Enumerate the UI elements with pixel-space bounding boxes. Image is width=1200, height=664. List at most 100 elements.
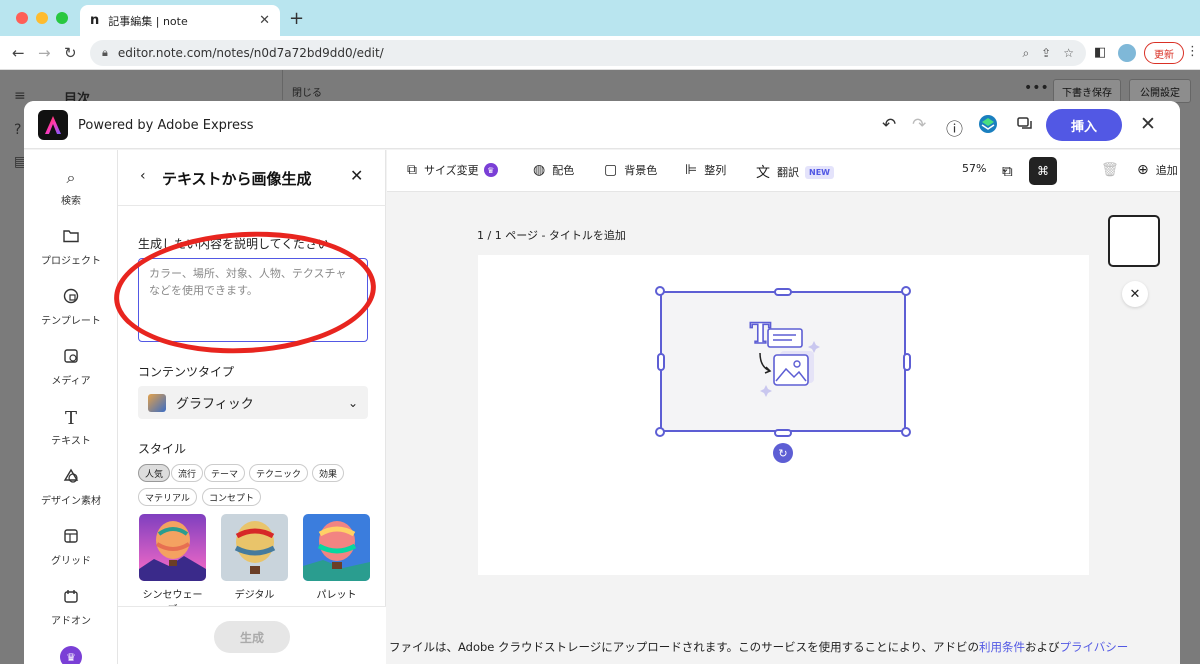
- image-placeholder-frame[interactable]: T: [660, 291, 906, 432]
- resize-handle-left[interactable]: [657, 353, 665, 371]
- panel-footer: 生成: [118, 606, 386, 664]
- template-icon: [24, 288, 118, 308]
- address-bar[interactable]: 🔒︎ editor.note.com/notes/n0d7a72bd9dd0/e…: [90, 40, 1086, 66]
- browser-tab[interactable]: n 記事編集 | note ✕: [80, 5, 280, 36]
- background-color-button[interactable]: ▢ 背景色: [604, 162, 657, 178]
- panel-title: テキストから画像生成: [162, 170, 312, 188]
- rail-item-media[interactable]: メディア: [24, 348, 118, 387]
- close-tab-icon[interactable]: ✕: [259, 13, 270, 28]
- reload-icon[interactable]: ↻: [64, 44, 77, 62]
- update-button[interactable]: 更新: [1144, 42, 1184, 64]
- folder-icon: [24, 228, 118, 248]
- resize-handle-br[interactable]: [901, 427, 911, 437]
- style-thumb-palette[interactable]: [303, 514, 370, 581]
- resize-handle-tr[interactable]: [901, 286, 911, 296]
- more-icon[interactable]: •••: [1024, 80, 1049, 96]
- note-favicon-icon: n: [90, 13, 100, 28]
- browser-menu-icon[interactable]: ⋮: [1186, 44, 1199, 59]
- rail-item-design-assets[interactable]: デザイン素材: [24, 468, 118, 507]
- content-type-select[interactable]: グラフィック ⌄: [138, 386, 368, 419]
- share-icon[interactable]: ⇪: [1041, 46, 1051, 60]
- side-panel-icon[interactable]: ◧: [1094, 45, 1106, 60]
- graphic-thumbnail-icon: [148, 393, 166, 412]
- rail-item-text[interactable]: T テキスト: [24, 408, 118, 447]
- rail-item-addon[interactable]: アドオン: [24, 588, 118, 627]
- page-thumbnail[interactable]: [1108, 215, 1160, 267]
- translate-icon: 文: [756, 165, 770, 181]
- style-thumb-synthwave[interactable]: [139, 514, 206, 581]
- undo-icon[interactable]: ↶: [882, 115, 896, 135]
- back-icon[interactable]: ←: [12, 44, 25, 62]
- comments-icon[interactable]: [1016, 115, 1034, 138]
- back-icon[interactable]: ‹: [140, 168, 146, 184]
- rail-item-project[interactable]: プロジェクト: [24, 228, 118, 267]
- note-close-link[interactable]: 閉じる: [292, 84, 322, 99]
- palette-icon: ◍: [533, 162, 546, 178]
- resize-handle-tl[interactable]: [655, 286, 665, 296]
- publish-settings-button[interactable]: 公開設定: [1129, 79, 1191, 103]
- duplicate-icon[interactable]: ⧉: [1002, 162, 1013, 180]
- close-modal-icon[interactable]: ✕: [1140, 113, 1156, 135]
- profile-avatar[interactable]: [1118, 44, 1136, 62]
- style-chip-technique[interactable]: テクニック: [249, 464, 309, 482]
- forward-icon[interactable]: →: [38, 44, 51, 62]
- maximize-window-button[interactable]: [56, 12, 68, 24]
- rail-item-grid[interactable]: グリッド: [24, 528, 118, 567]
- bookmark-star-icon[interactable]: ☆: [1063, 46, 1074, 60]
- insert-button[interactable]: 挿入: [1046, 109, 1122, 141]
- redo-icon[interactable]: ↷: [912, 115, 926, 135]
- resize-handle-top[interactable]: [774, 288, 792, 296]
- chevron-down-icon: ⌄: [347, 395, 358, 410]
- resize-button[interactable]: ⧉ サイズ変更 ♛: [407, 162, 498, 178]
- help-icon[interactable]: ?: [14, 122, 21, 138]
- zoom-icon[interactable]: ⌕: [1022, 46, 1029, 61]
- translate-button[interactable]: 文 翻訳 NEW: [756, 162, 834, 182]
- style-chip-effect[interactable]: 効果: [312, 464, 345, 482]
- rail-label: プロジェクト: [41, 256, 101, 267]
- prompt-input[interactable]: [138, 258, 368, 342]
- resize-handle-right[interactable]: [903, 353, 911, 371]
- color-scheme-button[interactable]: ◍ 配色: [533, 162, 574, 178]
- style-chip-theme[interactable]: テーマ: [204, 464, 246, 482]
- layers-badge-icon[interactable]: [978, 114, 998, 139]
- minimize-window-button[interactable]: [36, 12, 48, 24]
- arrange-icon[interactable]: ⌘: [1029, 157, 1057, 185]
- help-icon[interactable]: ⓘ: [946, 115, 963, 140]
- save-draft-button[interactable]: 下書き保存: [1053, 79, 1121, 103]
- content-type-label: コンテンツタイプ: [138, 365, 235, 379]
- generate-button[interactable]: 生成: [214, 621, 290, 653]
- thumb-label: デジタル: [234, 590, 275, 601]
- text-to-image-illustration-icon: T: [749, 316, 820, 397]
- terms-link[interactable]: 利用条件: [979, 640, 1025, 654]
- prompt-label: 生成したい内容を説明してください: [138, 237, 330, 251]
- style-chip-material[interactable]: マテリアル: [138, 488, 197, 506]
- canvas-toolbar: ⧉ サイズ変更 ♛ ◍ 配色 ▢ 背景色 ⊫ 整列 文 翻訳 NEW 57% ⌄…: [387, 150, 1180, 192]
- divider: [282, 70, 283, 100]
- align-button[interactable]: ⊫ 整列: [685, 162, 726, 178]
- trash-icon[interactable]: 🗑︎: [1101, 162, 1119, 178]
- close-window-button[interactable]: [16, 12, 28, 24]
- rail-label: テンプレート: [41, 316, 101, 327]
- new-tab-icon[interactable]: +: [289, 8, 304, 29]
- rail-label: 検索: [61, 196, 81, 207]
- crown-icon: ♛: [483, 163, 498, 177]
- style-thumb-digital[interactable]: [221, 514, 288, 581]
- panel-close-icon[interactable]: ✕: [350, 166, 363, 185]
- grid-icon: [24, 528, 118, 548]
- resize-handle-bottom[interactable]: [774, 429, 792, 437]
- rail-item-template[interactable]: テンプレート: [24, 288, 118, 327]
- storage-notice: ファイルは、Adobe クラウドストレージにアップロードされます。このサービスを…: [389, 639, 1179, 655]
- add-page-button[interactable]: ⊕ 追加: [1137, 162, 1178, 178]
- resize-handle-bl[interactable]: [655, 427, 665, 437]
- premium-crown-icon[interactable]: ♛: [60, 646, 82, 664]
- style-chip-popular[interactable]: 人気: [138, 464, 171, 482]
- rail-label: テキスト: [51, 436, 91, 447]
- browser-toolbar: ← → ↻ 🔒︎ editor.note.com/notes/n0d7a72bd…: [0, 36, 1200, 70]
- rail-item-search[interactable]: ⌕ 検索: [24, 168, 118, 207]
- style-chip-concept[interactable]: コンセプト: [202, 488, 262, 506]
- privacy-link[interactable]: プライバシー: [1059, 640, 1128, 654]
- close-thumbnails-icon[interactable]: ✕: [1122, 281, 1148, 307]
- style-chip-trend[interactable]: 流行: [171, 464, 204, 482]
- bg-label: 背景色: [624, 164, 658, 177]
- rotate-handle-icon[interactable]: ↻: [773, 443, 793, 463]
